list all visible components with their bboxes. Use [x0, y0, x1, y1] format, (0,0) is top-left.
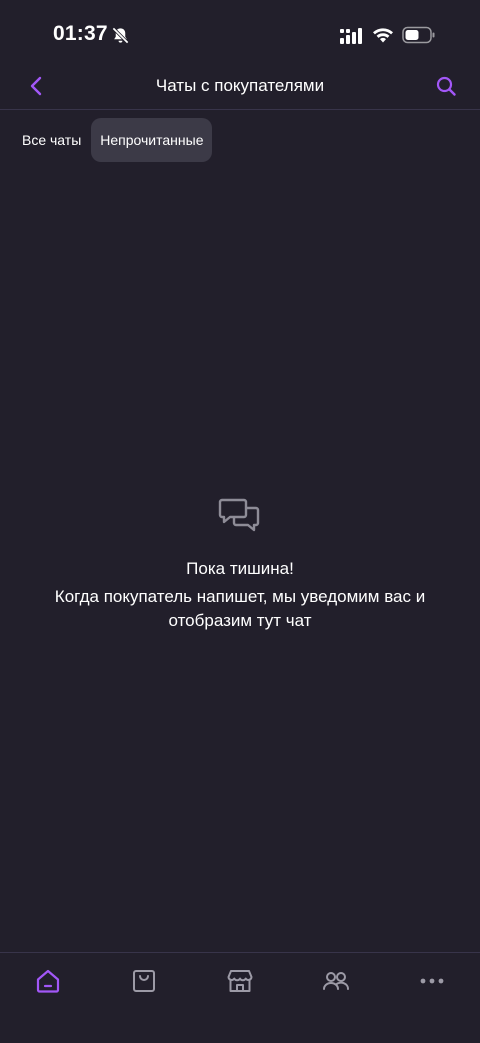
chat-bubbles-icon [218, 498, 260, 532]
nav-more[interactable] [412, 965, 452, 997]
empty-state-title: Пока тишина! [186, 559, 294, 578]
status-time: 01:37 [53, 22, 108, 45]
shopping-bag-icon [133, 970, 155, 992]
bottom-nav [0, 952, 480, 1043]
store-icon [227, 970, 253, 992]
filter-tabs: Все чаты Непрочитанные [12, 118, 213, 162]
nav-store[interactable] [220, 965, 260, 997]
tab-all-chats[interactable]: Все чаты [12, 118, 91, 162]
more-icon [420, 978, 444, 984]
wifi-icon [373, 28, 393, 43]
nav-home[interactable] [28, 965, 68, 997]
header: Чаты с покупателями [0, 70, 480, 110]
tab-unread[interactable]: Непрочитанные [91, 118, 213, 162]
nav-orders[interactable] [124, 965, 164, 997]
empty-state-text: Когда покупатель напишет, мы уведомим ва… [54, 587, 426, 630]
home-icon [36, 969, 60, 993]
search-icon [436, 76, 456, 96]
empty-state: Пока тишина! Когда покупатель напишет, м… [0, 494, 480, 633]
signal-icon [340, 28, 362, 44]
status-bar: 01:37 [0, 0, 480, 70]
nav-users[interactable] [316, 965, 356, 997]
bell-slash-icon [112, 27, 129, 44]
battery-icon [402, 26, 435, 44]
search-button[interactable] [432, 72, 460, 100]
page-title: Чаты с покупателями [155, 76, 325, 95]
users-icon [323, 972, 349, 990]
